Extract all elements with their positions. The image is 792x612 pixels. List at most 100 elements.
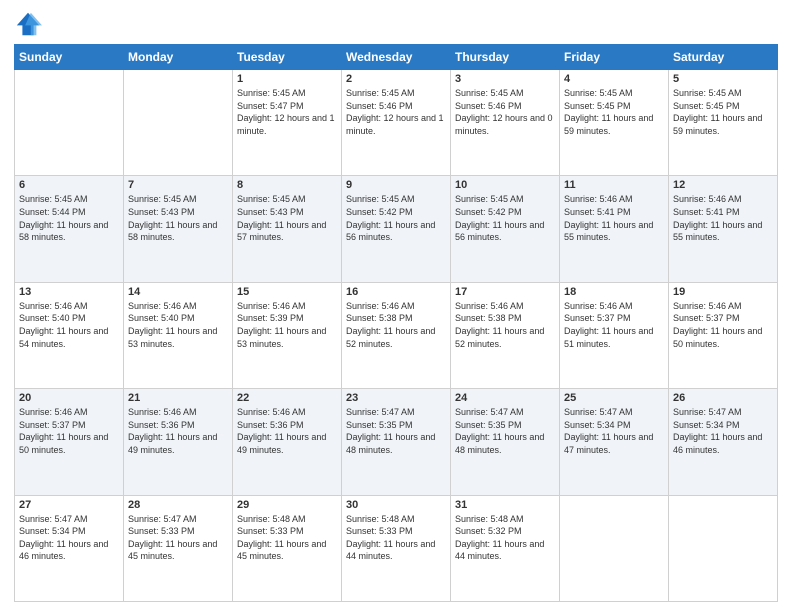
calendar-cell: 26 Sunrise: 5:47 AM Sunset: 5:34 PM Dayli… [669,389,778,495]
header [14,10,778,38]
week-row-1: 6 Sunrise: 5:45 AM Sunset: 5:44 PM Daylig… [15,176,778,282]
day-info: Sunrise: 5:48 AM Sunset: 5:33 PM Dayligh… [237,513,337,563]
calendar-cell: 19 Sunrise: 5:46 AM Sunset: 5:37 PM Dayli… [669,282,778,388]
calendar-cell: 4 Sunrise: 5:45 AM Sunset: 5:45 PM Daylig… [560,70,669,176]
day-of-week-thursday: Thursday [451,45,560,70]
day-of-week-sunday: Sunday [15,45,124,70]
day-info: Sunrise: 5:47 AM Sunset: 5:34 PM Dayligh… [564,406,664,456]
day-number: 2 [346,73,446,85]
calendar-cell: 22 Sunrise: 5:46 AM Sunset: 5:36 PM Dayli… [233,389,342,495]
day-info: Sunrise: 5:45 AM Sunset: 5:42 PM Dayligh… [346,193,446,243]
calendar-cell: 11 Sunrise: 5:46 AM Sunset: 5:41 PM Dayli… [560,176,669,282]
day-number: 18 [564,286,664,298]
day-info: Sunrise: 5:45 AM Sunset: 5:45 PM Dayligh… [564,87,664,137]
day-info: Sunrise: 5:47 AM Sunset: 5:33 PM Dayligh… [128,513,228,563]
calendar-cell: 7Sunrise: 5:45 AM Sunset: 5:43 PM Daylig… [124,176,233,282]
day-number: 31 [455,499,555,511]
day-info: Sunrise: 5:45 AM Sunset: 5:44 PM Dayligh… [19,193,119,243]
calendar-cell: 5 Sunrise: 5:45 AM Sunset: 5:45 PM Daylig… [669,70,778,176]
day-number: 23 [346,392,446,404]
day-number: 14 [128,286,228,298]
calendar-cell: 12Sunrise: 5:46 AM Sunset: 5:41 PM Dayli… [669,176,778,282]
calendar-cell: 3 Sunrise: 5:45 AM Sunset: 5:46 PM Daylig… [451,70,560,176]
day-info: Sunrise: 5:46 AM Sunset: 5:37 PM Dayligh… [19,406,119,456]
logo [14,10,44,38]
calendar-cell: 20 Sunrise: 5:46 AM Sunset: 5:37 PM Dayli… [15,389,124,495]
calendar-cell: 1Sunrise: 5:45 AM Sunset: 5:47 PM Daylig… [233,70,342,176]
day-info: Sunrise: 5:48 AM Sunset: 5:33 PM Dayligh… [346,513,446,563]
day-number: 10 [455,179,555,191]
day-number: 13 [19,286,119,298]
day-info: Sunrise: 5:46 AM Sunset: 5:37 PM Dayligh… [673,300,773,350]
calendar-cell: 2 Sunrise: 5:45 AM Sunset: 5:46 PM Daylig… [342,70,451,176]
calendar-cell: 13 Sunrise: 5:46 AM Sunset: 5:40 PM Dayli… [15,282,124,388]
calendar-cell [15,70,124,176]
day-info: Sunrise: 5:47 AM Sunset: 5:34 PM Dayligh… [19,513,119,563]
day-of-week-wednesday: Wednesday [342,45,451,70]
logo-icon [14,10,42,38]
day-number: 5 [673,73,773,85]
calendar-cell: 28 Sunrise: 5:47 AM Sunset: 5:33 PM Dayli… [124,495,233,601]
day-info: Sunrise: 5:48 AM Sunset: 5:32 PM Dayligh… [455,513,555,563]
calendar-cell: 15 Sunrise: 5:46 AM Sunset: 5:39 PM Dayli… [233,282,342,388]
calendar-cell: 9 Sunrise: 5:45 AM Sunset: 5:42 PM Daylig… [342,176,451,282]
calendar-cell: 21 Sunrise: 5:46 AM Sunset: 5:36 PM Dayli… [124,389,233,495]
calendar-cell: 6 Sunrise: 5:45 AM Sunset: 5:44 PM Daylig… [15,176,124,282]
day-number: 3 [455,73,555,85]
day-number: 24 [455,392,555,404]
day-info: Sunrise: 5:45 AM Sunset: 5:46 PM Dayligh… [455,87,555,137]
day-number: 6 [19,179,119,191]
day-info: Sunrise: 5:46 AM Sunset: 5:38 PM Dayligh… [455,300,555,350]
day-number: 19 [673,286,773,298]
day-of-week-tuesday: Tuesday [233,45,342,70]
day-info: Sunrise: 5:45 AM Sunset: 5:46 PM Dayligh… [346,87,446,137]
day-number: 4 [564,73,664,85]
day-number: 17 [455,286,555,298]
day-number: 21 [128,392,228,404]
calendar-cell: 16Sunrise: 5:46 AM Sunset: 5:38 PM Dayli… [342,282,451,388]
week-row-4: 27 Sunrise: 5:47 AM Sunset: 5:34 PM Dayli… [15,495,778,601]
day-info: Sunrise: 5:46 AM Sunset: 5:36 PM Dayligh… [237,406,337,456]
calendar-cell: 14 Sunrise: 5:46 AM Sunset: 5:40 PM Dayli… [124,282,233,388]
week-row-2: 13 Sunrise: 5:46 AM Sunset: 5:40 PM Dayli… [15,282,778,388]
day-info: Sunrise: 5:45 AM Sunset: 5:43 PM Dayligh… [237,193,337,243]
day-number: 11 [564,179,664,191]
calendar-cell [669,495,778,601]
week-row-0: 1Sunrise: 5:45 AM Sunset: 5:47 PM Daylig… [15,70,778,176]
day-number: 28 [128,499,228,511]
day-info: Sunrise: 5:46 AM Sunset: 5:39 PM Dayligh… [237,300,337,350]
calendar-header-row: SundayMondayTuesdayWednesdayThursdayFrid… [15,45,778,70]
day-info: Sunrise: 5:45 AM Sunset: 5:45 PM Dayligh… [673,87,773,137]
calendar-cell: 23Sunrise: 5:47 AM Sunset: 5:35 PM Dayli… [342,389,451,495]
day-info: Sunrise: 5:45 AM Sunset: 5:42 PM Dayligh… [455,193,555,243]
day-info: Sunrise: 5:46 AM Sunset: 5:38 PM Dayligh… [346,300,446,350]
day-number: 15 [237,286,337,298]
day-number: 26 [673,392,773,404]
day-number: 22 [237,392,337,404]
day-number: 30 [346,499,446,511]
calendar-cell [560,495,669,601]
day-info: Sunrise: 5:46 AM Sunset: 5:40 PM Dayligh… [128,300,228,350]
week-row-3: 20 Sunrise: 5:46 AM Sunset: 5:37 PM Dayli… [15,389,778,495]
day-number: 9 [346,179,446,191]
day-of-week-saturday: Saturday [669,45,778,70]
calendar-cell: 17 Sunrise: 5:46 AM Sunset: 5:38 PM Dayli… [451,282,560,388]
calendar-cell: 25Sunrise: 5:47 AM Sunset: 5:34 PM Dayli… [560,389,669,495]
day-info: Sunrise: 5:46 AM Sunset: 5:41 PM Dayligh… [564,193,664,243]
day-number: 27 [19,499,119,511]
calendar-cell [124,70,233,176]
day-info: Sunrise: 5:46 AM Sunset: 5:37 PM Dayligh… [564,300,664,350]
day-number: 1 [237,73,337,85]
day-number: 20 [19,392,119,404]
day-info: Sunrise: 5:45 AM Sunset: 5:43 PM Dayligh… [128,193,228,243]
page: SundayMondayTuesdayWednesdayThursdayFrid… [0,0,792,612]
calendar-cell: 18 Sunrise: 5:46 AM Sunset: 5:37 PM Dayli… [560,282,669,388]
day-info: Sunrise: 5:46 AM Sunset: 5:36 PM Dayligh… [128,406,228,456]
calendar-cell: 24Sunrise: 5:47 AM Sunset: 5:35 PM Dayli… [451,389,560,495]
calendar-cell: 10 Sunrise: 5:45 AM Sunset: 5:42 PM Dayli… [451,176,560,282]
day-of-week-monday: Monday [124,45,233,70]
day-info: Sunrise: 5:46 AM Sunset: 5:40 PM Dayligh… [19,300,119,350]
day-number: 8 [237,179,337,191]
day-of-week-friday: Friday [560,45,669,70]
day-info: Sunrise: 5:47 AM Sunset: 5:34 PM Dayligh… [673,406,773,456]
